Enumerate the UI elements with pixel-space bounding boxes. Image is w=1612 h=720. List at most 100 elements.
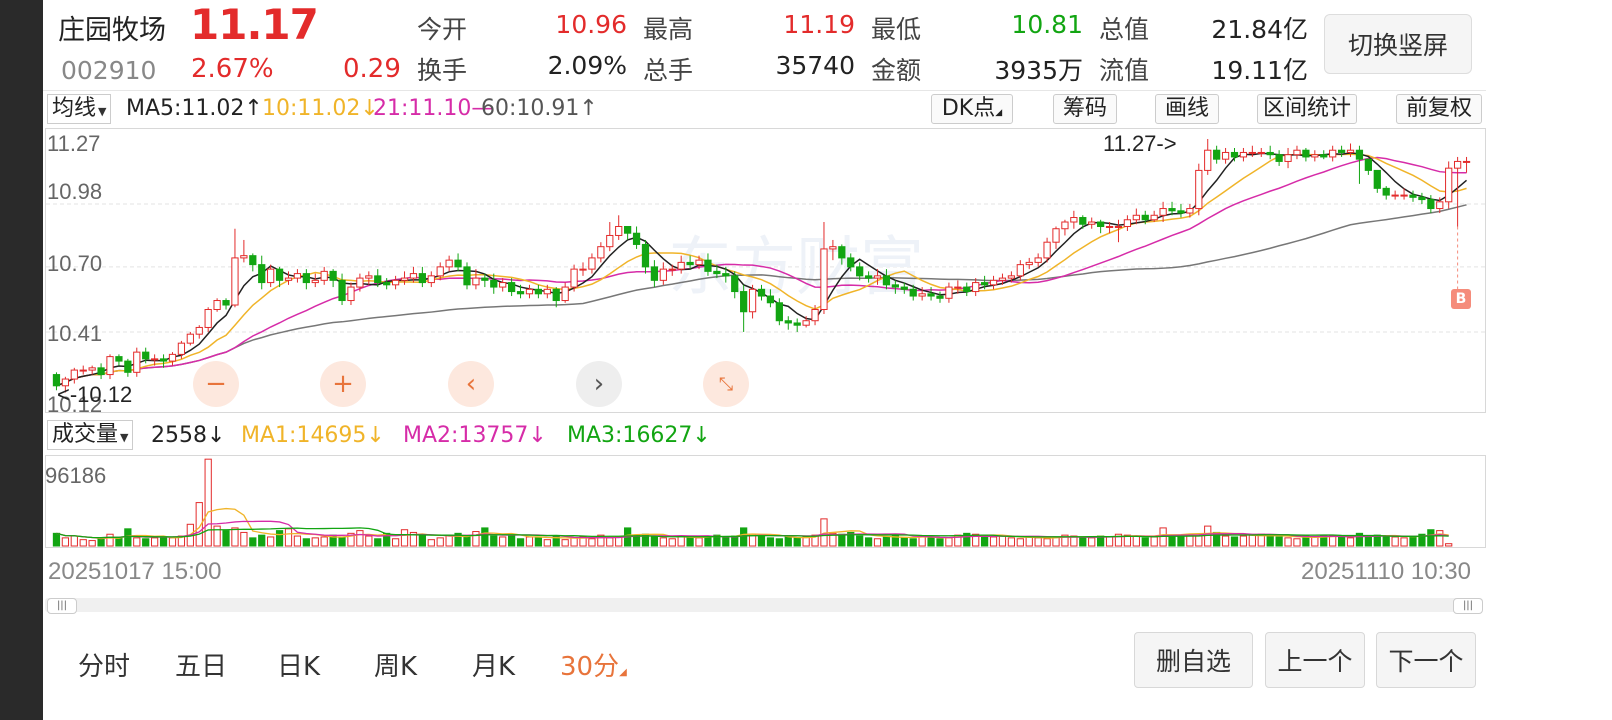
tab-30min[interactable]: 30分◢ [560, 646, 627, 683]
candle-body [1257, 151, 1265, 154]
tab-weekly-k[interactable]: 周K [374, 646, 417, 683]
volume-current: 2558↓ [151, 423, 226, 448]
candle-body [88, 367, 96, 371]
dropdown-arrow-icon: ▼ [120, 431, 129, 444]
volume-bar [793, 537, 801, 547]
dk-label: DK点 [941, 96, 996, 121]
volume-bar [1132, 535, 1140, 547]
candle-body [240, 255, 248, 259]
candle-body [142, 351, 150, 360]
volume-bar [615, 536, 623, 547]
volume-bar [1016, 538, 1024, 547]
volume-bar [52, 532, 61, 547]
volume-bar [1105, 536, 1114, 547]
candle-body [454, 259, 462, 268]
candle-body [1204, 149, 1212, 171]
kline-chart-frame[interactable]: 东方财富 [45, 128, 1486, 413]
candle-body [79, 369, 87, 372]
candle-body [909, 288, 917, 297]
max-price-annotation: 11.27-> [1103, 131, 1177, 156]
candle-body [1034, 257, 1042, 263]
scroll-handle-left[interactable]: ||| [47, 598, 77, 614]
candle-body [802, 320, 810, 326]
tab-intraday[interactable]: 分时 [78, 646, 130, 683]
candle-body [1043, 241, 1051, 259]
candle-body [338, 279, 346, 302]
volume-bar [534, 536, 543, 547]
candle-body [213, 300, 221, 311]
tab-five-day[interactable]: 五日 [175, 646, 227, 683]
buy-signal-marker[interactable]: B [1451, 289, 1471, 309]
candle-body [838, 246, 846, 259]
candle-body [1061, 221, 1069, 230]
candle-body [873, 275, 882, 279]
tab-daily-k[interactable]: 日K [277, 646, 320, 683]
zoom-in-button[interactable]: + [320, 361, 366, 407]
candle-body [1284, 154, 1292, 162]
dropdown-arrow-icon: ▼ [98, 105, 107, 118]
candle-body [249, 255, 257, 266]
candle-body [186, 333, 194, 344]
volume-bar [168, 537, 177, 547]
volume-bar [588, 538, 596, 547]
turnover-label: 换手 [417, 56, 468, 85]
dk-point-button[interactable]: DK点◢ [931, 94, 1013, 124]
candle-body [1266, 151, 1274, 156]
candle-body [151, 358, 159, 361]
volume-axis-max: 96186 [45, 463, 107, 488]
candle-body [588, 257, 596, 270]
volume-bar [1311, 536, 1319, 547]
candle-body [766, 295, 775, 304]
candle-body [159, 358, 168, 362]
range-scrollbar[interactable] [45, 598, 1483, 612]
ma-dropdown-label: 均线 [52, 96, 97, 121]
tab-30min-label: 30分 [560, 652, 620, 682]
candle-body [936, 295, 944, 299]
candle-body [1159, 208, 1167, 216]
candle-body [847, 257, 855, 268]
fq-rights-button[interactable]: 前复权 [1396, 94, 1482, 124]
switch-portrait-button[interactable]: 切换竖屏 [1324, 14, 1472, 74]
candle-body [1400, 194, 1408, 197]
volume-bar [1088, 537, 1096, 547]
high-value: 11.19 [783, 10, 855, 39]
volume-bar [1195, 535, 1203, 547]
candle-body [1213, 149, 1221, 160]
price-axis-tick: 10.70 [47, 251, 103, 276]
next-stock-button[interactable]: 下一个 [1376, 632, 1476, 688]
volume-bar [267, 536, 275, 547]
candle-body [1132, 214, 1140, 221]
candle-body [1427, 199, 1435, 210]
candle-body [641, 243, 650, 268]
previous-stock-button[interactable]: 上一个 [1265, 632, 1365, 688]
scroll-left-button[interactable]: ‹ [448, 361, 494, 407]
volume-bar [927, 536, 935, 547]
scroll-right-button[interactable]: › [576, 361, 622, 407]
zoom-out-button[interactable]: − [193, 361, 239, 407]
candle-body [579, 268, 587, 271]
volume-indicator-dropdown[interactable]: 成交量 ▼ [47, 420, 134, 450]
candle-body [481, 277, 489, 281]
volume-bar [1275, 536, 1283, 547]
remove-watchlist-button[interactable]: 删自选 [1134, 632, 1253, 688]
candle-body [1248, 151, 1256, 154]
volume-bar [124, 528, 132, 547]
draw-line-button[interactable]: 画线 [1155, 94, 1219, 124]
candle-body [793, 322, 801, 326]
candle-body [606, 234, 614, 248]
candle-body [275, 268, 284, 281]
corner-arrow-icon: ◢ [619, 667, 627, 678]
tab-monthly-k[interactable]: 月K [472, 646, 515, 683]
volume-chart-frame[interactable] [45, 455, 1486, 548]
volume-bar [142, 538, 150, 547]
candle-body [963, 286, 971, 293]
range-stats-button[interactable]: 区间统计 [1257, 94, 1357, 124]
volume-bar [507, 534, 516, 547]
reset-zoom-button[interactable]: ⤡ [703, 361, 749, 407]
scroll-handle-right[interactable]: ||| [1453, 598, 1483, 614]
chips-button[interactable]: 筹码 [1053, 94, 1117, 124]
high-label: 最高 [643, 15, 694, 44]
candle-body [954, 286, 962, 289]
ma-dropdown[interactable]: 均线 ▼ [47, 94, 112, 124]
candle-body [1391, 194, 1399, 197]
